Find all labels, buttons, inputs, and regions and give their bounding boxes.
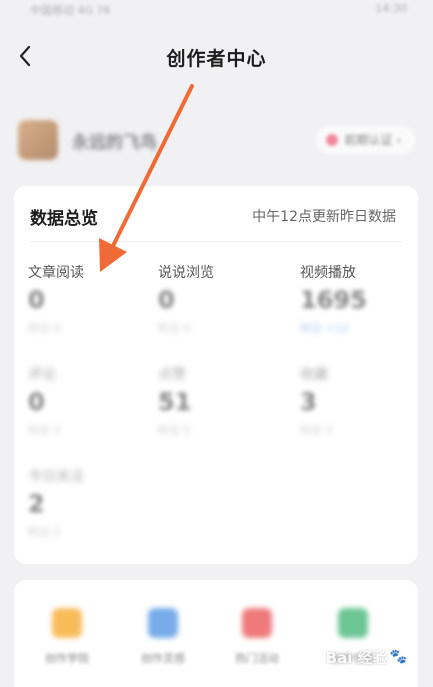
metric-label: 今日关注 [28,469,84,485]
inspiration-icon [148,608,178,638]
avatar[interactable] [18,120,58,160]
academy-icon [52,608,82,638]
metric-sub: 昨日 0 [28,322,61,335]
metric-label: 视频播放 [300,265,356,281]
metric-sub: 昨日 0 [158,424,191,437]
profile-row[interactable]: 永远的飞鸟 前期认证 › [18,116,415,164]
certification-icon [326,134,339,146]
metric-value: 0 [28,286,45,314]
metric-sub: 昨日 +12 [300,322,349,335]
metric-value: 0 [28,388,45,416]
creator-tools-card: 创作学院 创作灵感 热门活动 创作任务 [14,580,418,687]
metric-value: 51 [158,388,192,416]
metric-favorites[interactable]: 收藏 3 昨日 0 [300,364,420,454]
page-title: 创作者中心 [166,48,267,70]
baidu-jingyan-watermark: Bai 经验 🐾 [326,645,407,669]
metric-video-plays[interactable]: 视频播放 1695 昨日 +12 [300,262,420,352]
tool-label: 创作学院 [45,652,89,665]
metric-label: 说说浏览 [158,265,214,281]
carrier-text: 中国移动 4G 76 [30,4,111,17]
metric-sub: 昨日 0 [28,526,61,539]
paw-icon: 🐾 [389,649,407,665]
tool-creator-inspiration[interactable]: 创作灵感 [128,608,198,666]
data-overview-card: 数据总览 中午12点更新昨日数据 文章阅读 0 昨日 0 说说浏览 0 昨日 0… [14,186,418,564]
certification-badge[interactable]: 前期认证 › [316,126,415,154]
metric-value: 1695 [300,286,367,314]
metric-label: 收藏 [300,367,328,383]
metric-likes[interactable]: 点赞 51 昨日 0 [158,364,278,454]
metric-post-views[interactable]: 说说浏览 0 昨日 0 [158,262,278,352]
tool-label: 创作灵感 [141,652,185,665]
metric-article-reads[interactable]: 文章阅读 0 昨日 0 [28,262,148,352]
metric-label: 点赞 [158,367,186,383]
metric-value: 0 [158,286,175,314]
metric-value: 3 [300,388,317,416]
nickname: 永远的飞鸟 [72,133,157,153]
tool-label: 热门活动 [235,652,279,665]
data-overview-title: 数据总览 [30,209,98,229]
metric-label: 评论 [28,367,56,383]
metric-follows[interactable]: 今日关注 2 昨日 0 [28,466,148,556]
screen: 中国移动 4G 76 14:30 创作者中心 永远的飞鸟 前期认证 › 数据总览… [0,0,433,687]
metric-comments[interactable]: 评论 0 昨日 0 [28,364,148,454]
tool-creator-academy[interactable]: 创作学院 [32,608,102,666]
clock-text: 14:30 [375,2,407,15]
top-nav: 创作者中心 [0,30,433,84]
metric-sub: 昨日 0 [28,424,61,437]
metric-label: 文章阅读 [28,265,84,281]
status-bar: 中国移动 4G 76 14:30 [0,0,433,24]
watermark-text: Bai 经验 [325,648,388,667]
metric-sub: 昨日 0 [300,424,333,437]
metric-value: 2 [28,490,45,518]
divider [30,241,402,242]
task-icon [338,608,368,638]
update-note: 中午12点更新昨日数据 [252,209,396,225]
metric-sub: 昨日 0 [158,322,191,335]
tool-hot-events[interactable]: 热门活动 [222,608,292,666]
certification-label: 前期认证 › [344,133,401,147]
flag-icon [242,608,272,638]
